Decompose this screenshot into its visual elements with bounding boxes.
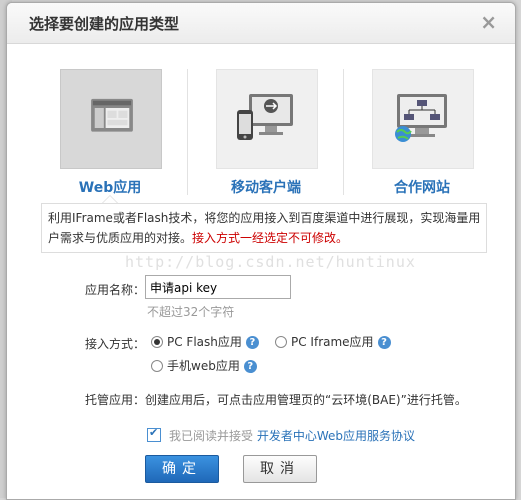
app-type-partner[interactable]: 合作网站 [357, 67, 487, 201]
app-type-web-tile [60, 69, 162, 169]
cancel-button[interactable]: 取消 [243, 455, 317, 483]
access-method-label: 接入方式： [85, 337, 146, 351]
app-type-web-label: Web应用 [78, 180, 142, 196]
app-name-label: 应用名称： [85, 283, 146, 297]
notice-pointer [102, 195, 118, 203]
checkbox-checked-icon[interactable] [147, 426, 161, 442]
access-option-label: PC Iframe应用 [291, 335, 374, 349]
access-option-label: 手机web应用 [167, 359, 240, 373]
radio-selected-icon[interactable] [151, 336, 163, 348]
agreement-text: 我已阅读并接受 [169, 429, 254, 443]
help-icon[interactable]: ? [377, 336, 391, 349]
app-name-input[interactable] [145, 275, 291, 299]
help-icon[interactable]: ? [243, 360, 257, 373]
app-type-web[interactable]: Web应用 [45, 67, 175, 201]
access-option-label: PC Flash应用 [167, 335, 242, 349]
create-app-dialog: 选择要创建的应用类型 × Web应用 移动客户端 合作网站 利用IFrame或者… [6, 2, 516, 500]
app-type-mobile[interactable]: 移动客户端 [201, 67, 331, 201]
help-icon[interactable]: ? [245, 336, 259, 349]
watermark: http://blog.csdn.net/huntinux [125, 253, 416, 271]
radio-icon[interactable] [275, 336, 287, 348]
mobile-client-icon [237, 94, 293, 140]
app-type-partner-tile [372, 69, 474, 169]
access-option-pc-flash[interactable]: PC Flash应用? [151, 333, 259, 350]
access-option-pc-iframe[interactable]: PC Iframe应用? [275, 333, 391, 350]
app-type-mobile-tile [216, 69, 318, 169]
dialog-titlebar: 选择要创建的应用类型 × [7, 3, 515, 44]
type-warning-text: 接入方式一经选定不可修改。 [192, 231, 349, 245]
agreement-link[interactable]: 开发者中心Web应用服务协议 [257, 429, 415, 443]
access-option-mobile-web[interactable]: 手机web应用? [151, 357, 257, 374]
hosting-info: 托管应用：创建应用后，可点击应用管理页的“云环境(BAE)”进行托管。 [85, 393, 467, 407]
confirm-button[interactable]: 确定 [145, 455, 219, 483]
type-description: 利用IFrame或者Flash技术，将您的应用接入到百度渠道中进行展现，实现海量… [41, 195, 487, 253]
divider [187, 69, 188, 195]
agreement-checkbox[interactable]: 我已阅读并接受 开发者中心Web应用服务协议 [147, 426, 415, 444]
divider [343, 69, 344, 195]
web-app-icon [91, 98, 133, 132]
app-type-selector: Web应用 移动客户端 合作网站 [7, 67, 515, 201]
dialog-title: 选择要创建的应用类型 [29, 15, 180, 33]
radio-icon[interactable] [151, 360, 163, 372]
app-type-mobile-label: 移动客户端 [231, 180, 301, 196]
close-icon[interactable]: × [480, 10, 497, 34]
app-type-partner-label: 合作网站 [394, 180, 450, 196]
partner-site-icon [395, 94, 447, 142]
app-name-hint: 不超过32个字符 [147, 305, 235, 319]
